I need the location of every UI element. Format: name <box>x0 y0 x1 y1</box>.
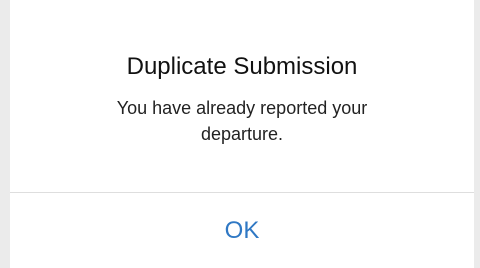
dialog-body: Duplicate Submission You have already re… <box>10 0 474 192</box>
ok-button[interactable]: OK <box>10 193 474 268</box>
dialog-title: Duplicate Submission <box>126 53 358 80</box>
dialog-message: You have already reported your departure… <box>116 98 368 144</box>
alert-dialog: Duplicate Submission You have already re… <box>10 0 474 268</box>
